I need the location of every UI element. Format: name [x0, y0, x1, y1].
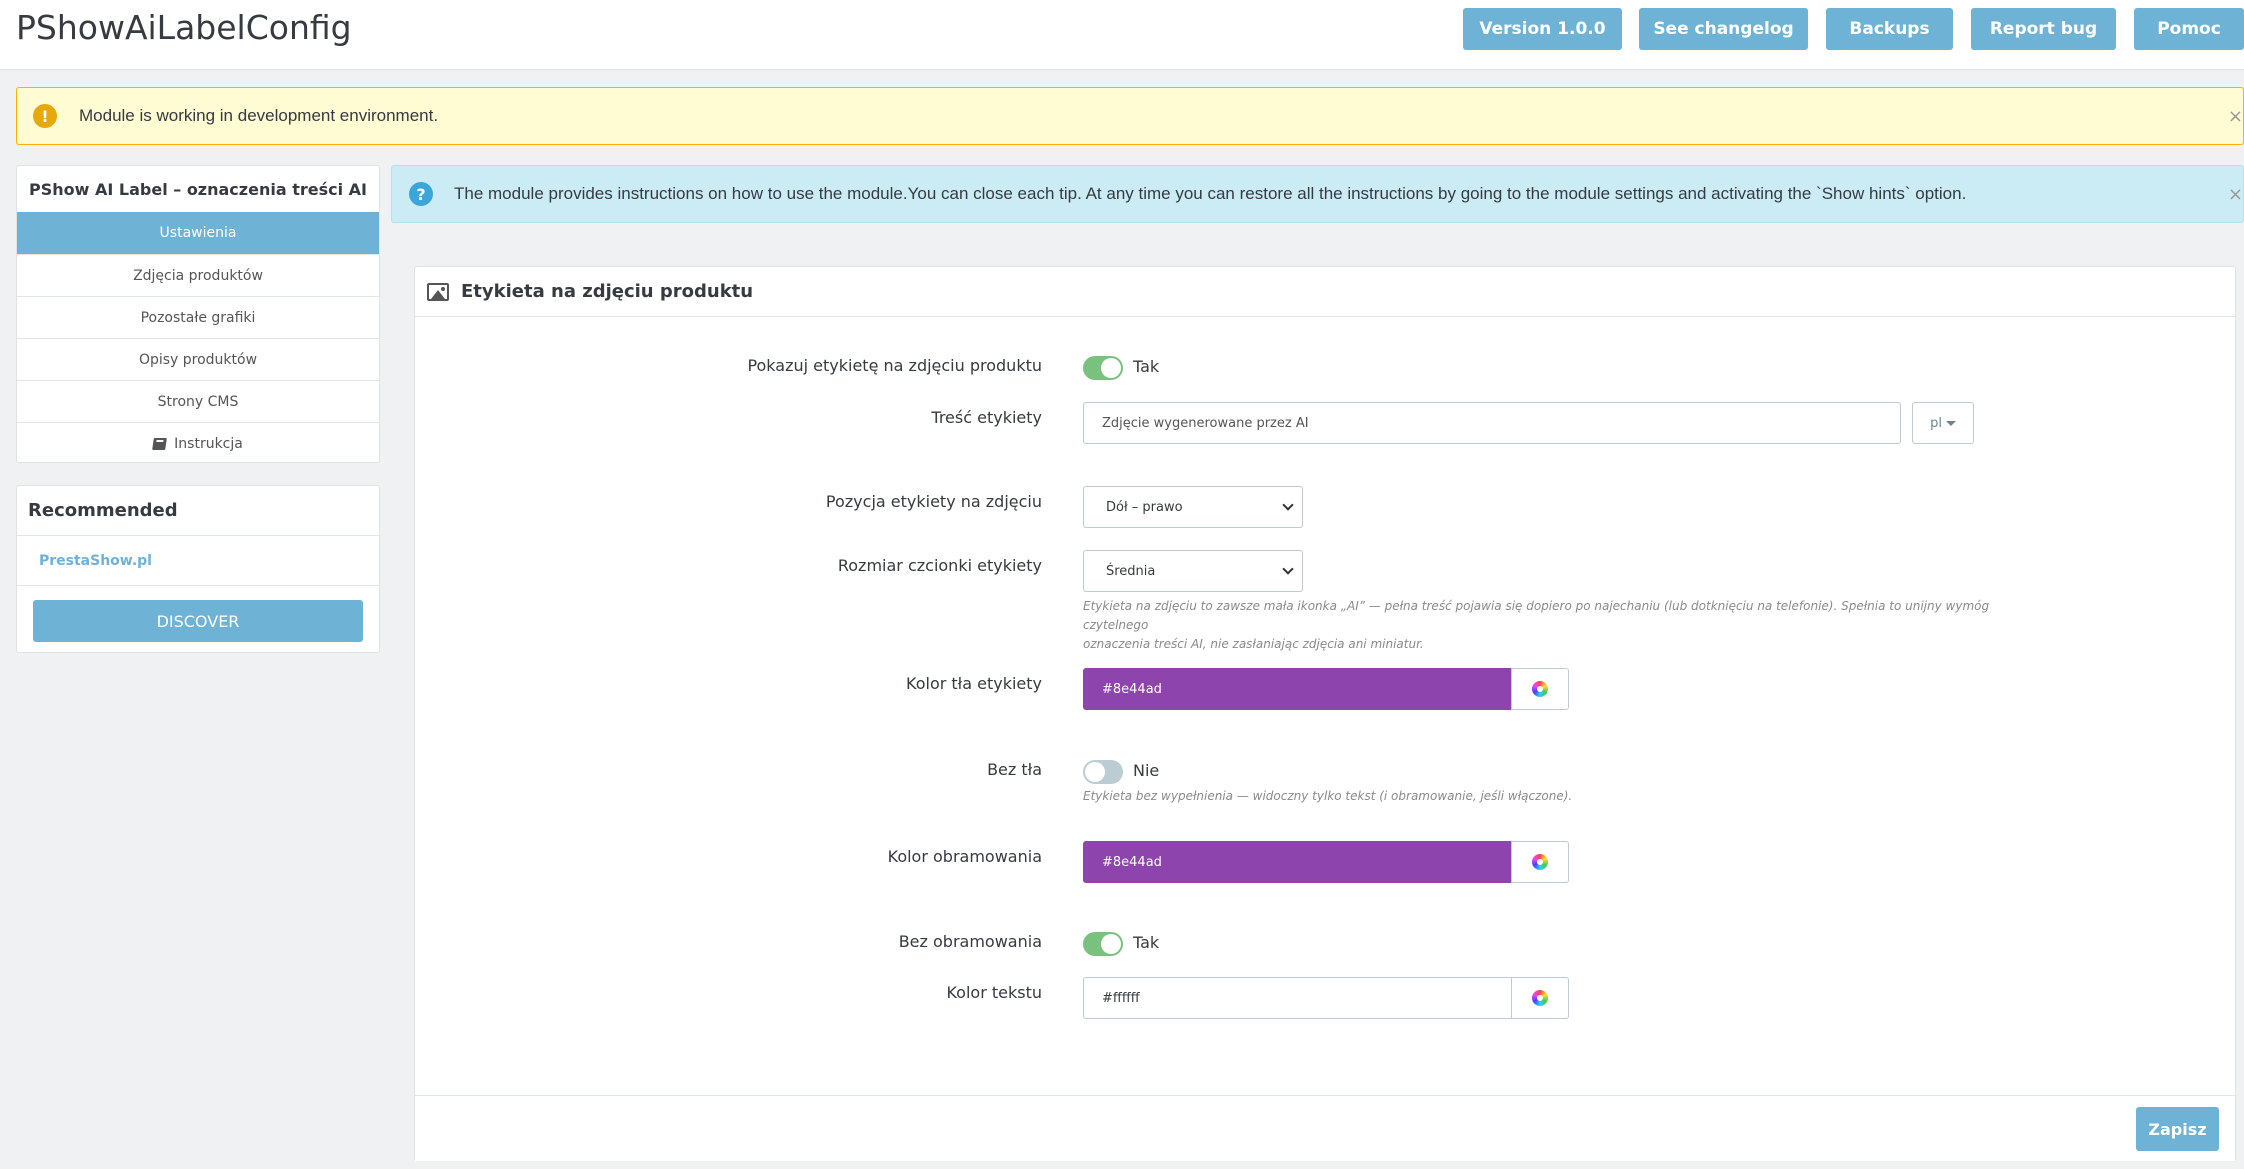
top-header: PShowAiLabelConfig Version 1.0.0 See cha…: [0, 0, 2244, 70]
dev-environment-alert: ! Module is working in development envir…: [16, 87, 2244, 145]
image-icon: [427, 282, 449, 301]
font-size-select-value: Średnia: [1106, 563, 1156, 579]
recommended-heading: Recommended: [17, 486, 379, 536]
border-color-picker-button[interactable]: [1511, 841, 1569, 883]
sidebar-item-label: Pozostałe grafiki: [140, 309, 256, 326]
sidebar-item-instructions[interactable]: Instrukcja: [17, 422, 379, 464]
settings-panel: Etykieta na zdjęciu produktu Pokazuj ety…: [414, 266, 2236, 1161]
chevron-down-icon: [1282, 563, 1294, 575]
book-icon: [152, 437, 167, 450]
module-menu-heading: PShow AI Label – oznaczenia treści AI: [29, 179, 367, 199]
label-text-label: Treść etykiety: [931, 408, 1042, 427]
caret-down-icon: [1945, 420, 1956, 426]
show-label-switch-value: Tak: [1133, 357, 1160, 376]
close-icon[interactable]: ×: [2228, 106, 2243, 127]
label-text-input[interactable]: Zdjęcie wygenerowane przez AI: [1083, 402, 1901, 444]
font-size-help-line: oznaczenia treści AI, nie zasłaniając zd…: [1083, 637, 1424, 651]
sidebar-item-label: Ustawienia: [159, 225, 237, 241]
text-color-label: Kolor tekstu: [946, 983, 1042, 1002]
discover-button[interactable]: DISCOVER: [33, 600, 363, 642]
version-button[interactable]: Version 1.0.0: [1463, 8, 1622, 50]
border-color-label: Kolor obramowania: [887, 847, 1042, 866]
sidebar-item-product-images[interactable]: Zdjęcia produktów: [17, 254, 379, 296]
recommended-panel: Recommended PrestaShow.pl DISCOVER: [16, 485, 380, 653]
position-select-value: Dół – prawo: [1106, 499, 1183, 515]
show-label-switch[interactable]: [1083, 356, 1123, 380]
font-size-help-line: Etykieta na zdjęciu to zawsze mała ikonk…: [1083, 599, 1990, 632]
chevron-down-icon: [1282, 499, 1294, 511]
alert-message: The module provides instructions on how …: [454, 184, 1967, 203]
color-wheel-icon: [1532, 681, 1548, 697]
see-changelog-button[interactable]: See changelog: [1639, 8, 1808, 50]
font-size-label: Rozmiar czcionki etykiety: [837, 556, 1042, 575]
no-border-label: Bez obramowania: [898, 932, 1042, 951]
sidebar-item-label: Instrukcja: [174, 435, 243, 452]
panel-title: Etykieta na zdjęciu produktu: [461, 281, 754, 302]
bg-color-input[interactable]: #8e44ad: [1083, 668, 1511, 710]
hints-info-alert: ? The module provides instructions on ho…: [391, 165, 2244, 223]
sidebar-item-label: Strony CMS: [157, 393, 239, 410]
alert-message: Module is working in development environ…: [79, 106, 439, 125]
no-border-switch-value: Tak: [1133, 933, 1160, 952]
help-button[interactable]: Pomoc: [2134, 8, 2244, 50]
sidebar-item-product-descriptions[interactable]: Opisy produktów: [17, 338, 379, 380]
no-bg-switch-value: Nie: [1133, 761, 1160, 780]
save-button[interactable]: Zapisz: [2136, 1107, 2219, 1151]
sidebar-item-other-graphics[interactable]: Pozostałe grafiki: [17, 296, 379, 338]
question-icon: ?: [409, 182, 433, 206]
show-label-label: Pokazuj etykietę na zdjęciu produktu: [747, 356, 1042, 375]
no-bg-label: Bez tła: [987, 760, 1042, 779]
no-bg-help: Etykieta bez wypełnienia — widoczny tylk…: [1083, 789, 1573, 803]
text-color-picker-button[interactable]: [1511, 977, 1569, 1019]
color-wheel-icon: [1532, 990, 1548, 1006]
sidebar-item-label: Opisy produktów: [138, 351, 258, 368]
font-size-help: Etykieta na zdjęciu to zawsze mała ikonk…: [1083, 597, 2033, 654]
position-select[interactable]: Dół – prawo: [1083, 486, 1303, 528]
prestashow-link[interactable]: PrestaShow.pl: [17, 536, 379, 586]
module-menu: PShow AI Label – oznaczenia treści AI Us…: [16, 165, 380, 463]
border-color-input[interactable]: #8e44ad: [1083, 841, 1511, 883]
font-size-select[interactable]: Średnia: [1083, 550, 1303, 592]
backups-button[interactable]: Backups: [1826, 8, 1953, 50]
no-border-switch[interactable]: [1083, 932, 1123, 956]
sidebar-item-cms-pages[interactable]: Strony CMS: [17, 380, 379, 422]
sidebar-item-label: Zdjęcia produktów: [133, 267, 263, 284]
warning-icon: !: [33, 104, 57, 128]
close-icon[interactable]: ×: [2228, 184, 2243, 205]
language-dropdown[interactable]: pl: [1912, 402, 1974, 444]
report-bug-button[interactable]: Report bug: [1971, 8, 2116, 50]
language-code: pl: [1930, 415, 1942, 431]
page-title: PShowAiLabelConfig: [16, 8, 352, 47]
no-bg-switch[interactable]: [1083, 760, 1123, 784]
color-wheel-icon: [1532, 854, 1548, 870]
text-color-input[interactable]: #ffffff: [1083, 977, 1511, 1019]
bg-color-label: Kolor tła etykiety: [906, 674, 1042, 693]
panel-heading: Etykieta na zdjęciu produktu: [415, 267, 2235, 317]
sidebar-item-settings[interactable]: Ustawienia: [17, 212, 379, 254]
panel-footer: Zapisz: [415, 1095, 2235, 1161]
bg-color-picker-button[interactable]: [1511, 668, 1569, 710]
position-label: Pozycja etykiety na zdjęciu: [825, 492, 1042, 511]
